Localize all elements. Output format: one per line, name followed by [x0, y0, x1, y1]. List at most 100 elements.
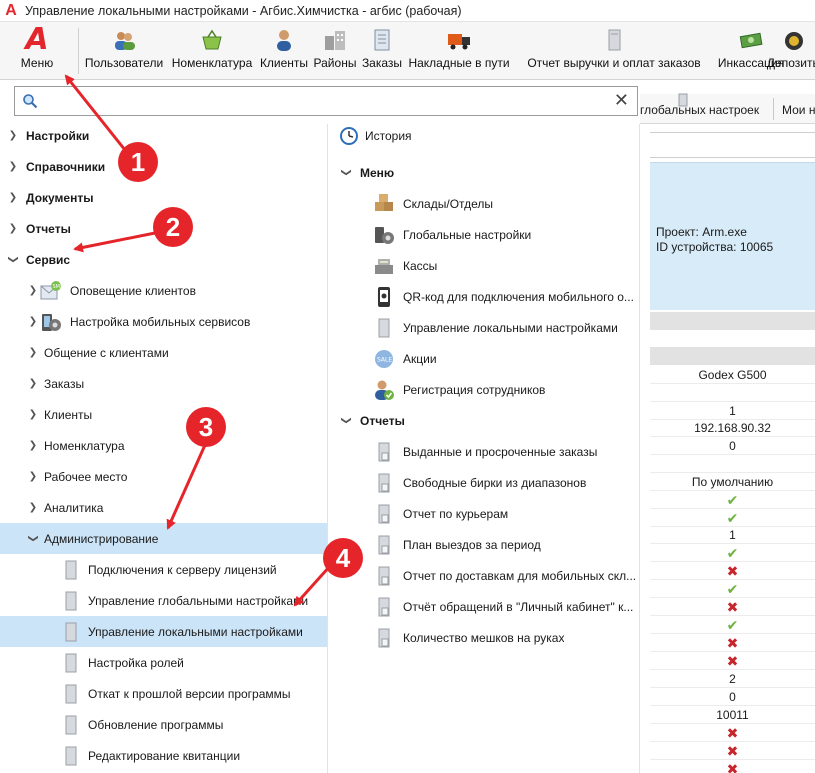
chevron-right-icon: ❯ [28, 409, 38, 420]
menu-section-header[interactable]: ❯ Меню [328, 157, 640, 188]
waybills-button[interactable]: Накладные в пути [406, 22, 512, 78]
setting-value-cell[interactable]: ✔ [650, 491, 815, 509]
annotation-badge-3: 3 [186, 407, 226, 447]
tab-my-settings[interactable]: Мои н [782, 94, 815, 124]
report-item-issued-overdue[interactable]: Выданные и просроченные заказы [328, 436, 640, 467]
tree-item-client-notification[interactable]: ❯ SMS Оповещение клиентов [0, 275, 327, 306]
tree-item-client-communication[interactable]: ❯ Общение с клиентами [0, 337, 327, 368]
menu-button[interactable]: A Меню [14, 22, 60, 78]
revenue-report-button[interactable]: Отчет выручки и оплат заказов [515, 22, 713, 78]
settings-document-panel: глобальных настроек Мои н Проект: Arm.ex… [640, 80, 815, 773]
report-page-icon [373, 596, 395, 618]
setting-value-cell[interactable]: ✔ [650, 580, 815, 598]
tab-icon [678, 93, 688, 110]
tree-item-rollback[interactable]: Откат к прошлой версии программы [0, 678, 327, 709]
clients-button[interactable]: Клиенты [256, 22, 312, 78]
setting-value-cell[interactable]: ✖ [650, 634, 815, 652]
setting-value-cell[interactable]: ✔ [650, 509, 815, 527]
menu-item-employee-registration[interactable]: Регистрация сотрудников [328, 374, 640, 405]
setting-value-cell[interactable] [650, 455, 815, 473]
menu-item-local-settings[interactable]: Управление локальными настройками [328, 312, 640, 343]
chevron-right-icon: ❯ [28, 471, 38, 482]
setting-value-cell[interactable]: 2 [650, 670, 815, 688]
report-item-personal-cabinet[interactable]: Отчёт обращений в "Личный кабинет" к... [328, 591, 640, 622]
tree-item-analytics[interactable]: ❯ Аналитика [0, 492, 327, 523]
tree-item-settings[interactable]: ❯ Настройки [0, 120, 327, 151]
setting-value-cell[interactable]: ✖ [650, 742, 815, 760]
toolbar-separator [78, 28, 79, 74]
report-item-mobile-deliveries[interactable]: Отчет по доставкам для мобильных скл... [328, 560, 640, 591]
navigation-panel: ✕ ❯ Настройки ❯ Справочники ❯ Документы … [0, 80, 638, 773]
setting-value-cell[interactable]: 0 [650, 688, 815, 706]
chevron-down-icon: ❯ [7, 255, 19, 264]
group-row [650, 312, 815, 330]
setting-value-cell[interactable]: 1 [650, 526, 815, 544]
tree-item-clients[interactable]: ❯ Клиенты [0, 399, 327, 430]
setting-value-cell[interactable]: ✖ [650, 652, 815, 670]
setting-value-cell[interactable]: ✔ [650, 544, 815, 562]
report-item-free-tags[interactable]: Свободные бирки из диапазонов [328, 467, 640, 498]
setting-value-cell[interactable]: ✖ [650, 562, 815, 580]
setting-value-cell[interactable]: ✖ [650, 598, 815, 616]
clear-search-icon[interactable]: ✕ [614, 90, 629, 111]
setting-value-cell[interactable]: ✖ [650, 760, 815, 773]
tree-item-service[interactable]: ❯ Сервис [0, 244, 327, 275]
report-item-label: Свободные бирки из диапазонов [403, 475, 587, 490]
chevron-right-icon: ❯ [28, 378, 38, 389]
setting-value-cell[interactable]: ✔ [650, 616, 815, 634]
tab-global-settings[interactable]: глобальных настроек [640, 93, 759, 124]
tree-item-label: Подключения к серверу лицензий [88, 562, 277, 577]
menu-item-label: Акции [403, 351, 437, 366]
menu-item-global-settings[interactable]: Глобальные настройки [328, 219, 640, 250]
report-item-couriers[interactable]: Отчет по курьерам [328, 498, 640, 529]
tree-item-roles[interactable]: Настройка ролей [0, 647, 327, 678]
report-item-visit-plan[interactable]: План выездов за период [328, 529, 640, 560]
tree-item-global-settings[interactable]: Управление глобальными настройками [0, 585, 327, 616]
deposits-button[interactable]: Депозиты [766, 22, 815, 78]
setting-value-cell[interactable] [650, 384, 815, 402]
tree-item-administration[interactable]: ❯ Администрирование [0, 523, 327, 554]
tree-item-label: Управление локальными настройками [88, 624, 303, 639]
setting-value-cell[interactable]: 192.168.90.32 [650, 419, 815, 437]
tree-item-receipt-editing[interactable]: Редактирование квитанции [0, 740, 327, 771]
tree-item-directories[interactable]: ❯ Справочники [0, 151, 327, 182]
check-icon: ✔ [726, 492, 739, 508]
report-page-icon [373, 472, 395, 494]
panel-filter-bar[interactable] [650, 132, 815, 158]
tree-item-mobile-services[interactable]: ❯ Настройка мобильных сервисов [0, 306, 327, 337]
menu-item-promotions[interactable]: SALE Акции [328, 343, 640, 374]
section-title: Меню [360, 165, 395, 180]
districts-button[interactable]: Районы [311, 22, 359, 78]
reports-section-header[interactable]: ❯ Отчеты [328, 405, 640, 436]
nomenclature-button[interactable]: Номенклатура [168, 22, 256, 78]
menu-item-cash-registers[interactable]: Кассы [328, 250, 640, 281]
search-input[interactable] [43, 91, 603, 111]
tree-item-label: Общение с клиентами [44, 345, 169, 360]
history-link[interactable]: История [328, 120, 640, 151]
tree-item-orders[interactable]: ❯ Заказы [0, 368, 327, 399]
menu-item-warehouses[interactable]: Склады/Отделы [328, 188, 640, 219]
orders-button[interactable]: Заказы [361, 22, 403, 78]
mobile-settings-icon [40, 311, 62, 333]
users-button[interactable]: Пользователи [84, 22, 164, 78]
tree-item-local-settings[interactable]: Управление локальными настройками [0, 616, 327, 647]
tree-item-label: Оповещение клиентов [70, 283, 196, 298]
page-icon [60, 559, 82, 581]
setting-value-cell[interactable]: Godex G500 [650, 366, 815, 384]
setting-value-cell[interactable]: ✖ [650, 724, 815, 742]
tree-item-nomenclature[interactable]: ❯ Номенклатура [0, 430, 327, 461]
search-box[interactable]: ✕ [14, 86, 638, 116]
menu-item-qr-code[interactable]: QR-код для подключения мобильного о... [328, 281, 640, 312]
tree-item-license-server[interactable]: Подключения к серверу лицензий [0, 554, 327, 585]
report-item-bags[interactable]: Количество мешков на руках [328, 622, 640, 653]
chevron-right-icon: ❯ [8, 130, 18, 141]
setting-value-cell[interactable]: 10011 [650, 706, 815, 724]
tree-item-workplace[interactable]: ❯ Рабочее место [0, 461, 327, 492]
menu-item-label: Управление локальными настройками [403, 320, 618, 335]
setting-value-cell[interactable]: 0 [650, 437, 815, 455]
report-page-icon [373, 565, 395, 587]
tree-item-update[interactable]: Обновление программы [0, 709, 327, 740]
setting-value-cell[interactable]: 1 [650, 402, 815, 420]
setting-value-cell[interactable]: По умолчанию [650, 473, 815, 491]
menu-button-label: Меню [20, 56, 54, 70]
